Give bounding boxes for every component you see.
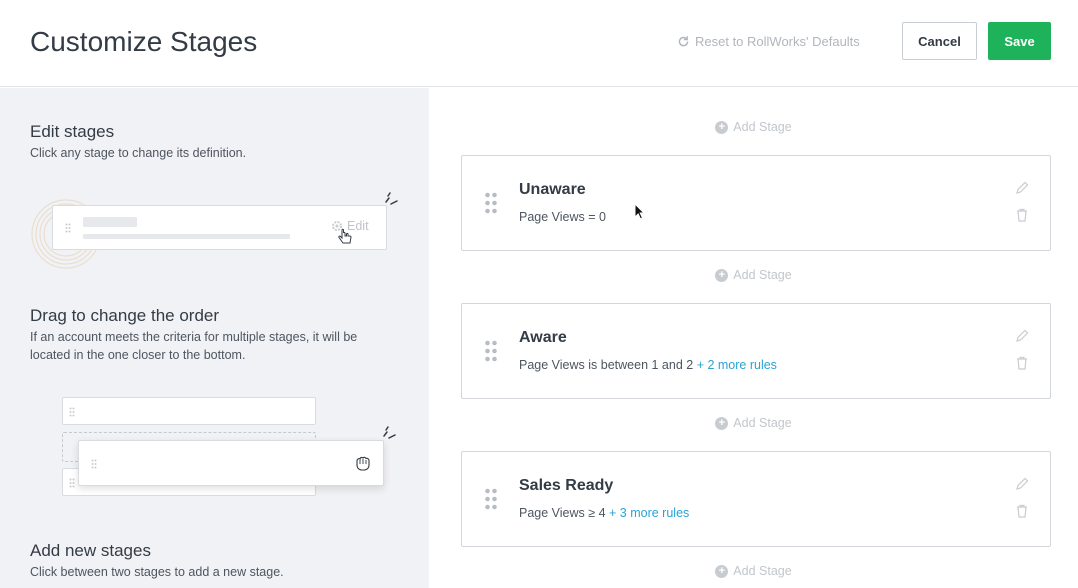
sparkle-icon bbox=[385, 192, 398, 205]
refresh-icon bbox=[678, 36, 689, 47]
stage-rule: Page Views = 0 bbox=[519, 210, 606, 224]
add-stage-label: Add Stage bbox=[733, 120, 792, 134]
add-stage-button[interactable]: + Add Stage bbox=[429, 120, 1078, 134]
edit-illustration-card: Edit bbox=[52, 205, 387, 250]
stage-card-sales-ready[interactable]: Sales Ready Page Views ≥ 4 + 3 more rule… bbox=[461, 451, 1051, 547]
cancel-button[interactable]: Cancel bbox=[902, 22, 977, 60]
drag-handle-icon[interactable] bbox=[484, 192, 498, 214]
add-stage-label: Add Stage bbox=[733, 416, 792, 430]
stage-card-unaware[interactable]: Unaware Page Views = 0 bbox=[461, 155, 1051, 251]
stage-name: Sales Ready bbox=[519, 477, 614, 494]
add-stage-label: Add Stage bbox=[733, 268, 792, 282]
mouse-cursor-icon bbox=[634, 203, 646, 220]
page-header: Customize Stages Reset to RollWorks' Def… bbox=[0, 0, 1078, 87]
help-sidebar: Edit stages Click any stage to change it… bbox=[0, 88, 429, 588]
add-stage-label: Add Stage bbox=[733, 564, 792, 578]
page-title: Customize Stages bbox=[30, 26, 258, 57]
grab-hand-icon bbox=[356, 456, 370, 471]
more-rules-link[interactable]: + 2 more rules bbox=[697, 358, 777, 372]
drag-illustration-slot bbox=[62, 397, 316, 425]
drag-handle-icon[interactable] bbox=[484, 340, 498, 362]
reset-defaults-link[interactable]: Reset to RollWorks' Defaults bbox=[677, 34, 860, 49]
pencil-icon[interactable] bbox=[1015, 477, 1029, 491]
trash-icon[interactable] bbox=[1016, 208, 1028, 222]
add-stages-heading: Add new stages bbox=[30, 541, 151, 560]
add-stage-button[interactable]: + Add Stage bbox=[429, 416, 1078, 430]
trash-icon[interactable] bbox=[1016, 356, 1028, 370]
hand-pointer-icon bbox=[338, 228, 352, 244]
more-rules-link[interactable]: + 3 more rules bbox=[609, 506, 689, 520]
drag-handle-icon bbox=[65, 223, 71, 233]
save-button[interactable]: Save bbox=[988, 22, 1051, 60]
drag-handle-icon bbox=[69, 478, 75, 488]
trash-icon[interactable] bbox=[1016, 504, 1028, 518]
add-stages-text: Click between two stages to add a new st… bbox=[30, 565, 284, 579]
drag-order-heading: Drag to change the order bbox=[30, 306, 220, 325]
stage-name: Aware bbox=[519, 329, 567, 346]
placeholder-bar bbox=[83, 217, 137, 227]
pencil-icon[interactable] bbox=[1015, 181, 1029, 195]
dragged-card-illustration bbox=[78, 440, 384, 486]
plus-circle-icon: + bbox=[715, 120, 729, 134]
edit-stages-heading: Edit stages bbox=[30, 122, 115, 141]
pencil-icon[interactable] bbox=[1015, 329, 1029, 343]
drag-handle-icon bbox=[69, 407, 75, 417]
edit-stages-text: Click any stage to change its definition… bbox=[30, 146, 247, 160]
stage-rule-text: Page Views ≥ 4 bbox=[519, 506, 606, 520]
stage-name: Unaware bbox=[519, 181, 586, 198]
reset-defaults-label: Reset to RollWorks' Defaults bbox=[695, 34, 860, 49]
sparkle-icon bbox=[383, 426, 396, 439]
plus-circle-icon: + bbox=[715, 268, 729, 282]
placeholder-bar bbox=[83, 234, 290, 239]
drag-order-text: If an account meets the criteria for mul… bbox=[30, 330, 358, 362]
plus-circle-icon: + bbox=[715, 416, 729, 430]
stage-rule-text: Page Views is between 1 and 2 bbox=[519, 358, 694, 372]
stage-list: + Add Stage Unaware Page Views = 0 + Add… bbox=[429, 88, 1078, 588]
stage-rule-text: Page Views = 0 bbox=[519, 210, 606, 224]
drag-handle-icon[interactable] bbox=[484, 488, 498, 510]
add-stage-button[interactable]: + Add Stage bbox=[429, 268, 1078, 282]
stage-rule: Page Views ≥ 4 + 3 more rules bbox=[519, 506, 689, 520]
plus-circle-icon: + bbox=[715, 564, 729, 578]
stage-rule: Page Views is between 1 and 2 + 2 more r… bbox=[519, 358, 777, 372]
add-stage-button[interactable]: + Add Stage bbox=[429, 564, 1078, 578]
drag-handle-icon bbox=[91, 459, 97, 469]
stage-card-aware[interactable]: Aware Page Views is between 1 and 2 + 2 … bbox=[461, 303, 1051, 399]
